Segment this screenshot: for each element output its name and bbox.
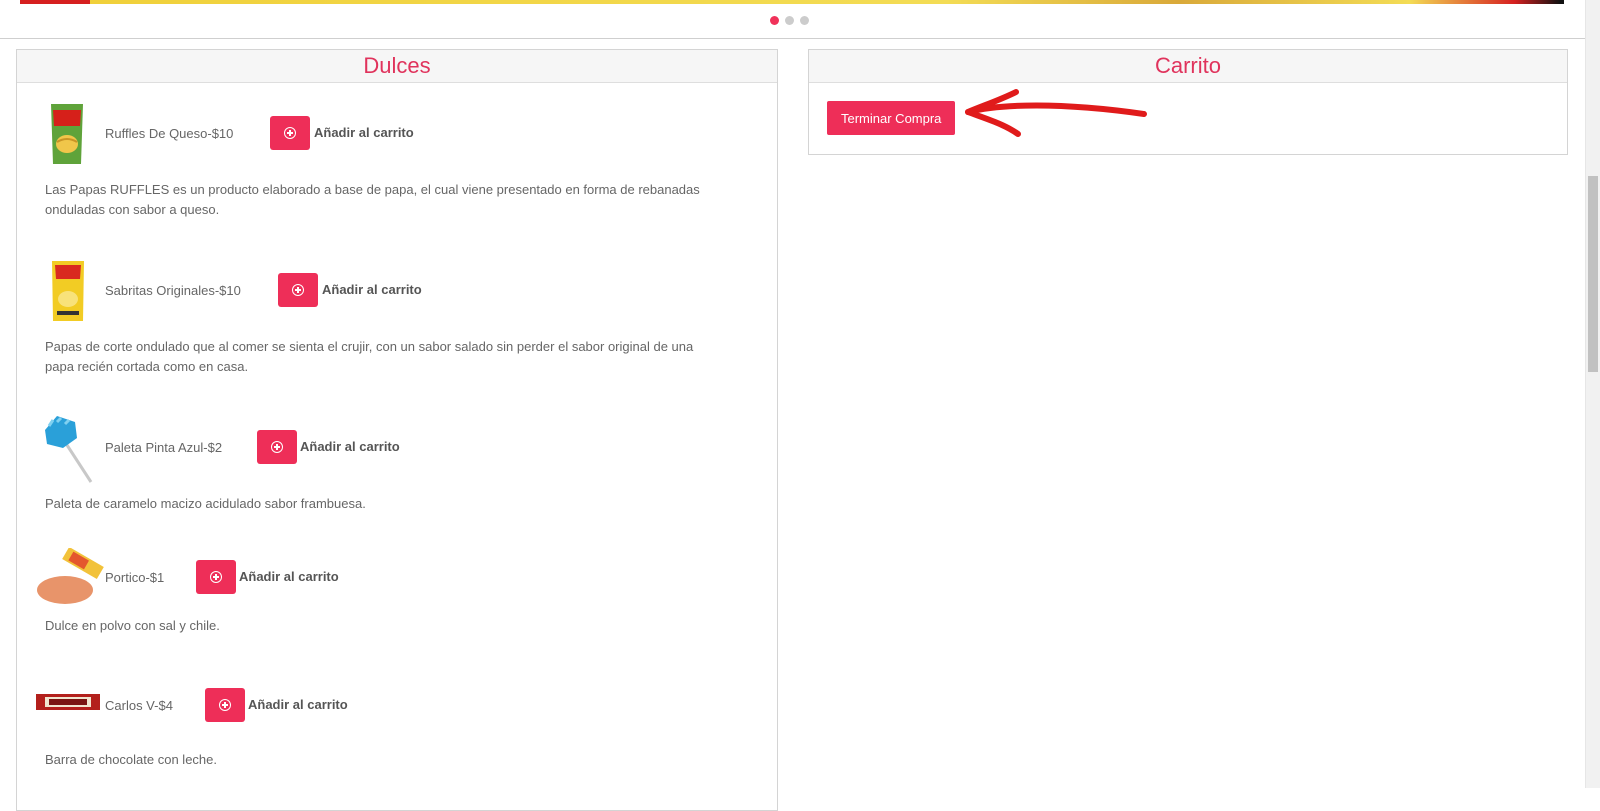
carrito-panel: Carrito Terminar Compra bbox=[808, 49, 1568, 155]
powder-candy-icon bbox=[37, 548, 104, 604]
add-to-cart-label: Añadir al carrito bbox=[248, 697, 348, 712]
scrollbar-thumb[interactable] bbox=[1588, 176, 1598, 372]
annotation-arrow-icon bbox=[965, 89, 1147, 137]
product-description: Paleta de caramelo macizo acidulado sabo… bbox=[45, 496, 366, 511]
plus-circle-icon bbox=[210, 571, 222, 583]
add-to-cart-button[interactable] bbox=[270, 116, 310, 150]
carrito-title: Carrito bbox=[809, 50, 1567, 83]
carousel-indicators bbox=[770, 16, 809, 25]
sabritas-bag-icon bbox=[52, 261, 84, 321]
product-description: Papas de corte ondulado que al comer se … bbox=[45, 339, 694, 374]
product-description: Las Papas RUFFLES es un producto elabora… bbox=[45, 182, 700, 217]
add-to-cart-button[interactable] bbox=[278, 273, 318, 307]
add-to-cart-button[interactable] bbox=[196, 560, 236, 594]
add-to-cart-button[interactable] bbox=[205, 688, 245, 722]
plus-circle-icon bbox=[271, 441, 283, 453]
product-name: Carlos V-$4 bbox=[105, 698, 173, 713]
product-description: Dulce en polvo con sal y chile. bbox=[45, 618, 220, 633]
checkout-button[interactable]: Terminar Compra bbox=[827, 101, 956, 135]
carousel-dot-2[interactable] bbox=[785, 16, 794, 25]
product-name: Paleta Pinta Azul-$2 bbox=[105, 440, 223, 455]
add-to-cart-button[interactable] bbox=[257, 430, 297, 464]
banner-image[interactable] bbox=[20, 0, 1564, 4]
add-to-cart-label: Añadir al carrito bbox=[239, 569, 339, 584]
lollipop-icon bbox=[45, 416, 93, 483]
dulces-title: Dulces bbox=[17, 50, 777, 83]
add-to-cart-label: Añadir al carrito bbox=[314, 125, 414, 140]
ruffles-bag-icon bbox=[51, 104, 83, 164]
add-to-cart-label: Añadir al carrito bbox=[322, 282, 422, 297]
plus-circle-icon bbox=[292, 284, 304, 296]
carousel-dot-3[interactable] bbox=[800, 16, 809, 25]
product-name: Sabritas Originales-$10 bbox=[105, 283, 241, 298]
add-to-cart-label: Añadir al carrito bbox=[300, 439, 400, 454]
product-description: Barra de chocolate con leche. bbox=[45, 752, 217, 767]
plus-circle-icon bbox=[284, 127, 296, 139]
product-name: Portico-$1 bbox=[105, 570, 165, 585]
chocolate-bar-icon bbox=[36, 694, 100, 710]
carousel-dot-1[interactable] bbox=[770, 16, 779, 25]
page-scrollbar[interactable] bbox=[1585, 0, 1600, 788]
dulces-panel: Dulces Ruffles De Queso-$10 Añadir al ca… bbox=[16, 49, 778, 811]
product-name: Ruffles De Queso-$10 bbox=[105, 126, 234, 141]
plus-circle-icon bbox=[219, 699, 231, 711]
carousel bbox=[0, 0, 1586, 39]
